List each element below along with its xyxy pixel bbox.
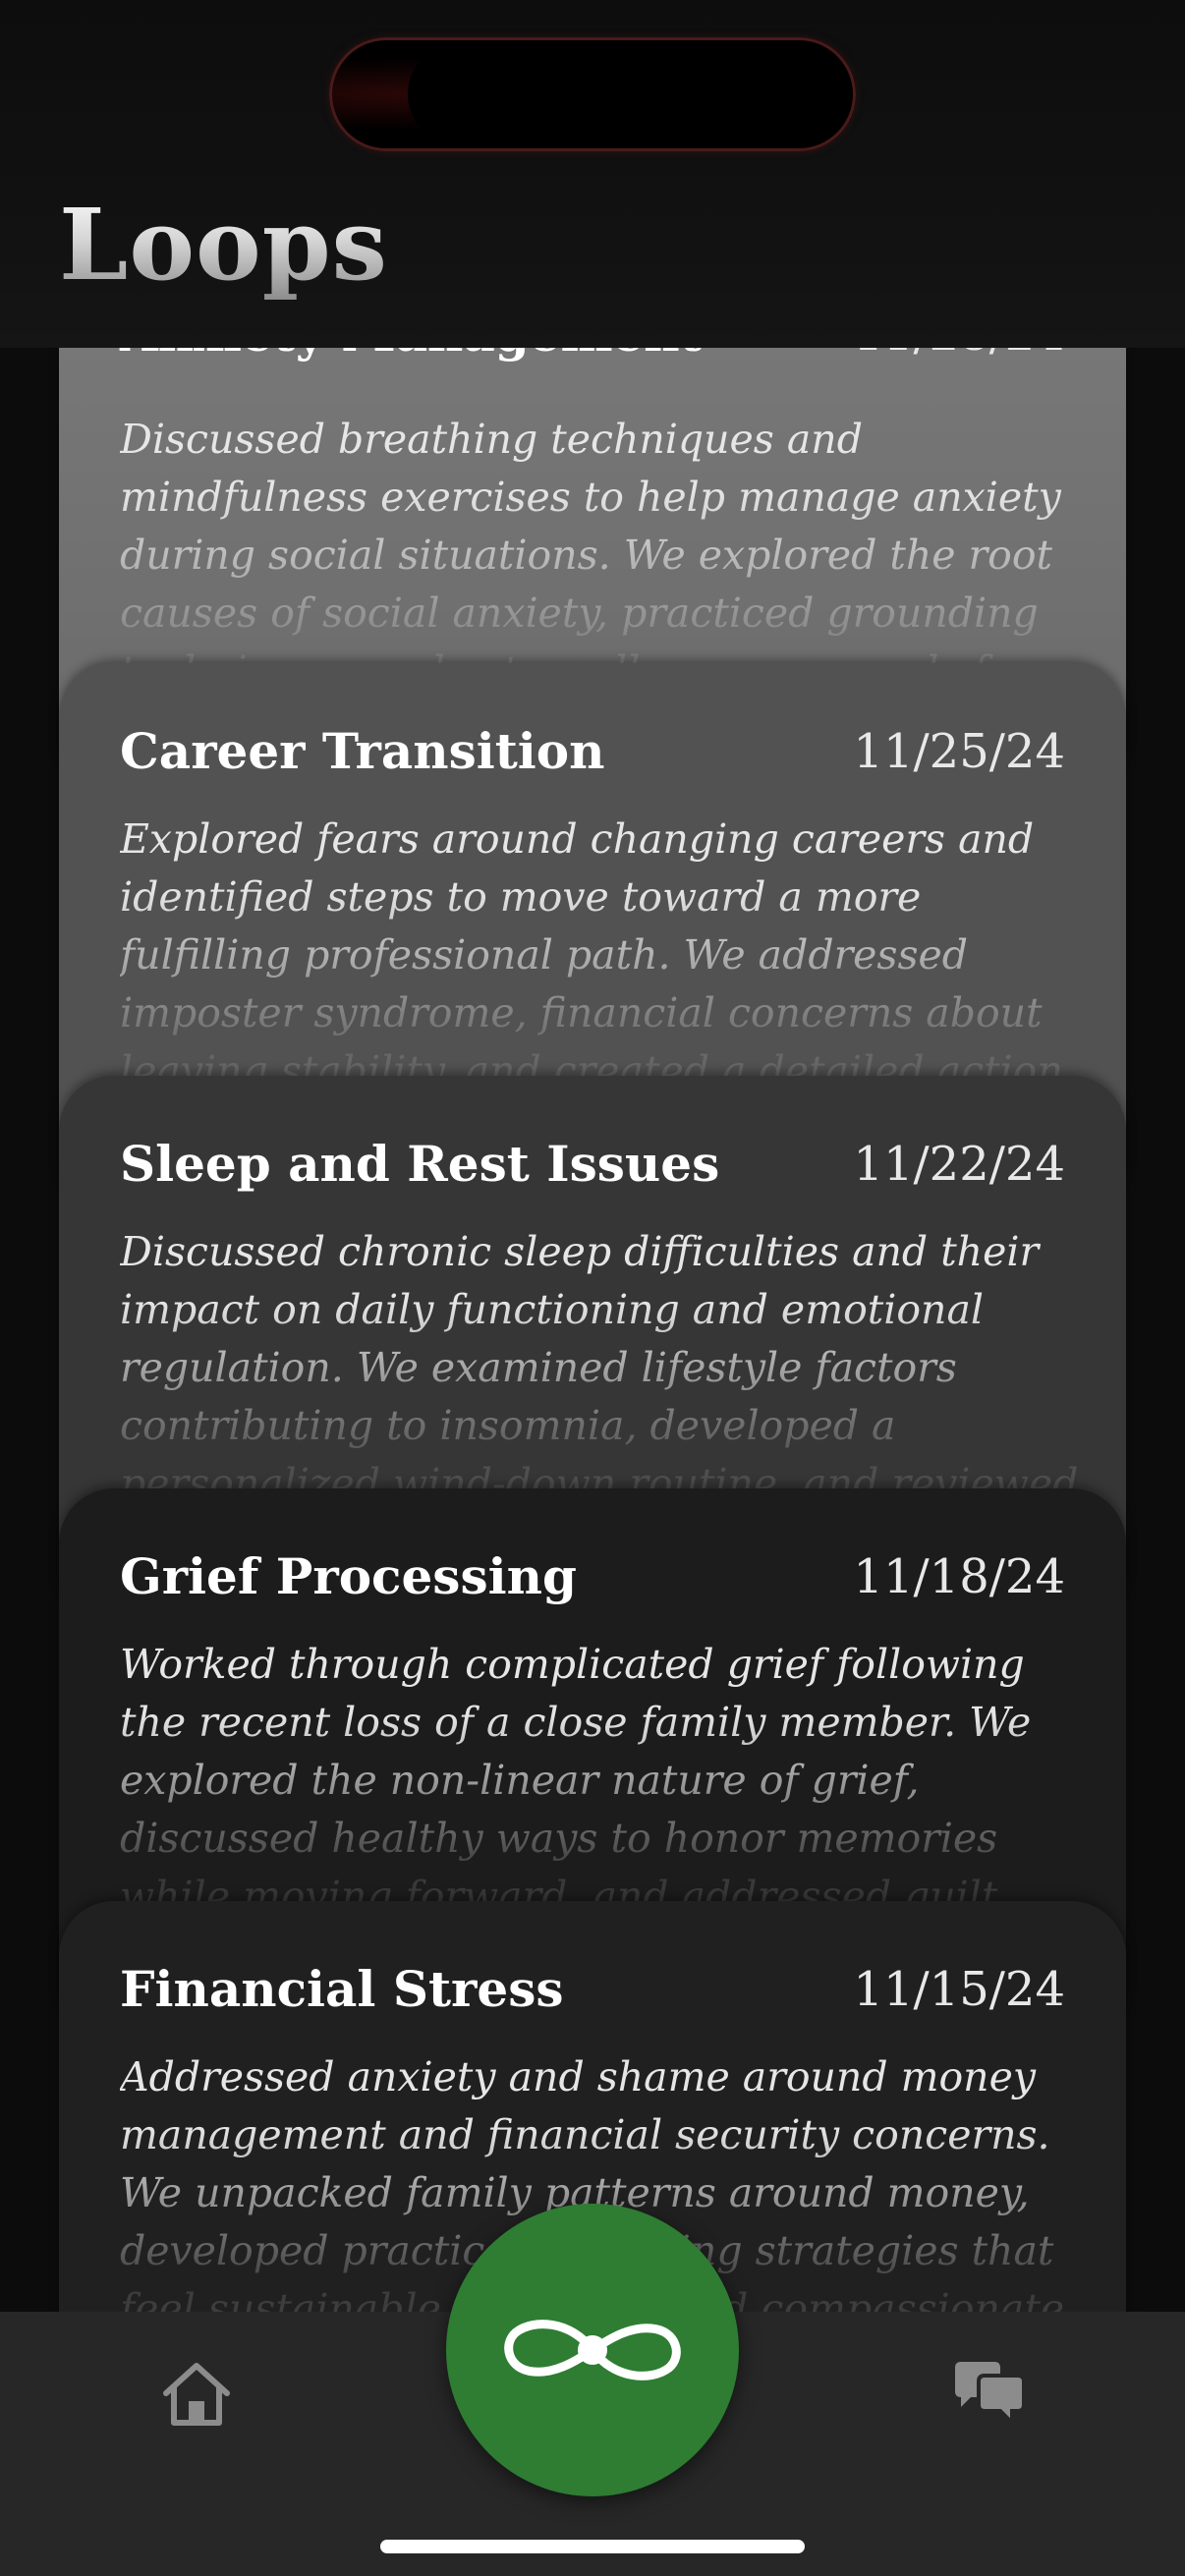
chat-bubbles-icon[interactable] — [951, 2360, 1028, 2429]
loop-title: Sleep and Rest Issues — [120, 1135, 720, 1193]
page-title: Loops — [59, 187, 388, 303]
infinity-loop-icon — [504, 2320, 681, 2380]
loop-date: 11/22/24 — [853, 1137, 1065, 1192]
loop-description: Worked through complicated grief followi… — [120, 1641, 1032, 1920]
dynamic-island-overlay-core — [408, 43, 773, 145]
loop-title: Grief Processing — [120, 1547, 577, 1605]
loop-date: 11/18/24 — [853, 1549, 1065, 1604]
loop-title: Financial Stress — [120, 1960, 564, 2018]
loop-title: Career Transition — [120, 722, 605, 780]
new-loop-button[interactable] — [446, 2204, 739, 2496]
loop-date: 11/25/24 — [853, 724, 1065, 779]
home-icon[interactable] — [160, 2360, 233, 2429]
home-indicator — [380, 2540, 805, 2553]
loop-date: 11/15/24 — [853, 1962, 1065, 2017]
header: Loops — [0, 0, 1185, 348]
